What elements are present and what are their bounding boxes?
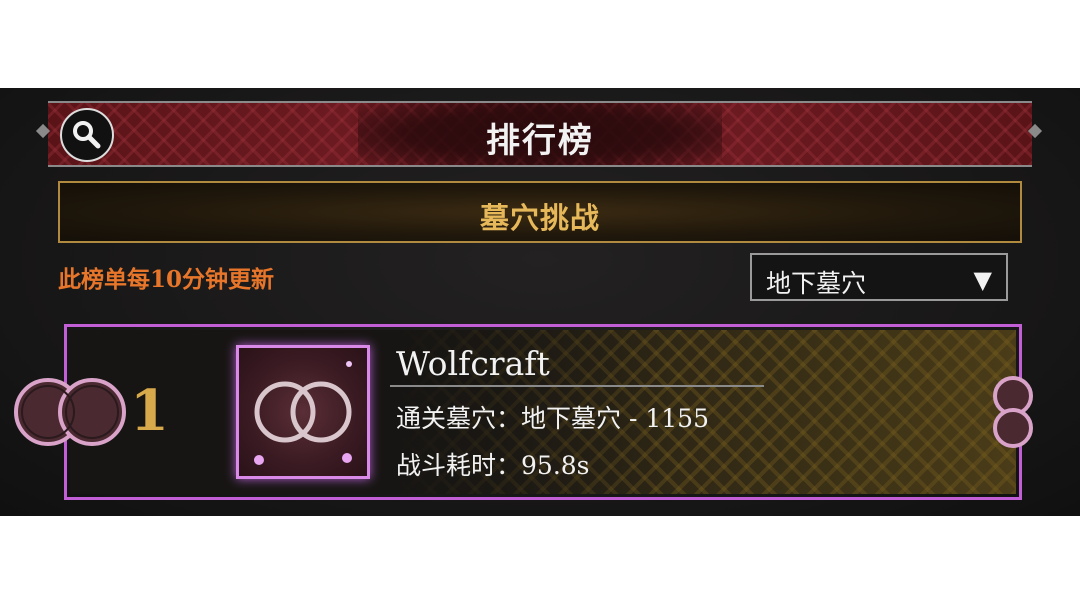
search-icon: [73, 121, 101, 149]
battle-time-stat: 战斗耗时：95.8s: [396, 446, 590, 482]
cleared-dungeon-label: 通关墓穴：: [396, 404, 522, 433]
cleared-dungeon-value: 地下墓穴 - 1155: [521, 404, 709, 433]
battle-time-value: 95.8s: [521, 451, 590, 480]
card-right-ring-ornament: [993, 376, 1033, 448]
update-notice: 此榜单每10分钟更新: [58, 266, 275, 293]
header-bar: 排行榜: [48, 101, 1032, 167]
page-title: 排行榜: [486, 121, 594, 161]
name-divider: [390, 385, 764, 387]
dungeon-select-value: 地下墓穴: [766, 269, 867, 298]
leaderboard-screen: 排行榜 墓穴挑战 此榜单每10分钟更新 地下墓穴 ▼ 1 Wolfcraft 通…: [0, 88, 1080, 516]
cleared-dungeon-stat: 通关墓穴：地下墓穴 - 1155: [396, 399, 709, 435]
rank-number: 1: [130, 378, 169, 444]
player-name: Wolfcraft: [396, 344, 550, 383]
dropdown-arrow-icon: ▼: [973, 266, 992, 294]
avatar[interactable]: [236, 345, 370, 479]
mode-banner: 墓穴挑战: [58, 181, 1022, 243]
search-button[interactable]: [60, 108, 114, 162]
dungeon-select[interactable]: 地下墓穴 ▼: [750, 253, 1008, 301]
avatar-rings-icon: [254, 361, 352, 465]
rank-ring-icon: [14, 378, 126, 446]
battle-time-label: 战斗耗时：: [396, 451, 522, 480]
mode-title: 墓穴挑战: [479, 201, 600, 235]
